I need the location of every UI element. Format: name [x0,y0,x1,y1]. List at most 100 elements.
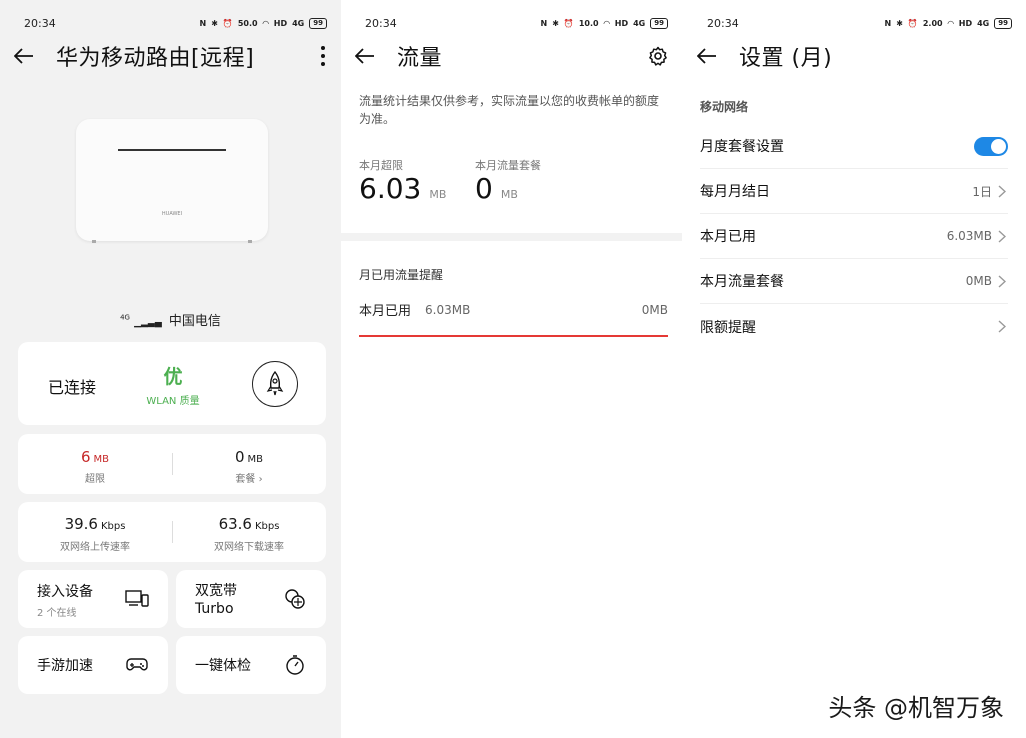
signal-bars-icon: ▁▂▃▄ [134,318,162,328]
router-light-strip [118,149,226,151]
nfc-icon: N [199,18,207,28]
disclaimer-text: 流量统计结果仅供参考，实际流量以您的收费帐单的额度为准。 [359,94,660,126]
row-label: 每月月结日 [700,184,770,200]
wlan-quality-label: WLAN 质量 [146,396,200,407]
hd-icon: HD [958,18,973,28]
status-icons: N ✱ ⏰ 50.0 ◠ HD 4G 99 [199,17,327,29]
billing-day-row[interactable]: 每月月结日 1日 [700,169,1008,214]
usage-progress-fill [359,335,668,337]
game-boost-title: 手游加速 [37,658,93,674]
battery-icon: 99 [994,17,1012,29]
back-arrow-icon [14,48,33,64]
wlan-quality-value: 优 [163,366,183,388]
page-title: 设置 (月) [739,46,833,71]
row-value: 6.03MB [946,229,992,243]
back-arrow-icon [697,48,716,64]
status-icons: N ✱ ⏰ 2.00 ◠ HD 4G 99 [884,17,1012,29]
nfc-icon: N [540,18,548,28]
router-foot [248,240,252,243]
download-unit: Kbps [254,521,280,532]
devices-tile[interactable]: 接入设备 2 个在线 [18,570,168,628]
over-limit-number: 6 [80,448,91,466]
upload-speed: 39.6 Kbps [18,515,172,533]
data-card: 6 MB 超限 0 MB 套餐 › [18,434,326,494]
status-time: 20:34 [707,16,739,30]
settings-gear-icon[interactable] [648,46,668,66]
section-divider [341,233,682,241]
more-menu-icon[interactable] [319,45,327,67]
plan-value[interactable]: 0 MB [172,448,326,466]
month-plan-number: 0 [475,172,493,205]
monthly-plan-toggle[interactable] [974,136,1008,156]
over-limit-label: 超限 [85,474,105,485]
month-used-row[interactable]: 本月已用 6.03MB [700,214,1008,259]
turbo-title: 双宽带 Turbo [195,582,237,618]
watermark: 头条 @机智万象 [828,694,1004,722]
settings-panel: 20:34 N ✱ ⏰ 2.00 ◠ HD 4G 99 设置 (月) 移动网络 … [683,0,1026,738]
bluetooth-icon: ✱ [552,18,559,28]
back-button[interactable] [355,40,387,72]
row-label: 本月已用 [700,229,756,245]
signal-icon: 4G [120,313,130,322]
used-value: 6.03MB [425,302,471,317]
one-click-check-tile[interactable]: 一键体检 [176,636,326,694]
app-bar: 设置 (月) [697,38,1012,74]
one-click-check-title: 一键体检 [195,658,251,674]
month-plan-unit: MB [500,188,518,201]
net-speed: 10.0 [578,18,599,28]
gamepad-icon [124,652,150,678]
status-bar: 20:34 N ✱ ⏰ 10.0 ◠ HD 4G 99 [365,14,668,32]
game-boost-tile[interactable]: 手游加速 [18,636,168,694]
traffic-panel: 20:34 N ✱ ⏰ 10.0 ◠ HD 4G 99 流量 流量统计结果仅供参… [341,0,682,738]
month-plan-row[interactable]: 本月流量套餐 0MB [700,259,1008,304]
wifi-icon: ◠ [603,18,610,28]
plan-link[interactable]: 套餐 › [172,470,326,485]
month-over-number: 6.03 [359,172,422,205]
devices-icon [124,586,150,612]
dual-band-icon [282,586,308,612]
carrier-info: 4G ▁▂▃▄ 中国电信 [0,310,341,329]
wifi-icon: ◠ [947,18,954,28]
net-speed: 50.0 [237,18,258,28]
chevron-right-icon [998,229,1008,243]
signal-icon: 4G [977,18,990,28]
plan-number: 0 [234,448,245,466]
row-label: 本月流量套餐 [700,274,784,290]
status-icons: N ✱ ⏰ 10.0 ◠ HD 4G 99 [540,17,668,29]
speed-card: 39.6 Kbps 双网络上传速率 63.6 Kbps 双网络下载速率 [18,502,326,562]
reminder-section-label: 月已用流量提醒 [359,268,444,282]
row-label: 月度套餐设置 [700,139,784,155]
row-value: 0MB [965,274,992,288]
download-number: 63.6 [218,515,252,533]
router-foot [92,240,96,243]
month-over-value: 6.03 MB [359,172,446,205]
boost-button[interactable] [252,361,298,407]
status-bar: 20:34 N ✱ ⏰ 2.00 ◠ HD 4G 99 [707,14,1012,32]
battery-icon: 99 [650,17,668,29]
page-title: 华为移动路由[远程] [56,46,255,71]
chevron-right-icon [998,274,1008,288]
rocket-icon [266,371,284,396]
bluetooth-icon: ✱ [896,18,903,28]
app-bar: 华为移动路由[远程] [14,38,327,74]
status-bar: 20:34 N ✱ ⏰ 50.0 ◠ HD 4G 99 [24,14,327,32]
back-button[interactable] [697,40,729,72]
nfc-icon: N [884,18,892,28]
upload-number: 39.6 [64,515,98,533]
turbo-tile[interactable]: 双宽带 Turbo [176,570,326,628]
alarm-icon: ⏰ [907,18,918,28]
signal-icon: 4G [292,18,305,28]
turbo-title-line2: Turbo [195,601,234,617]
carrier-name: 中国电信 [168,314,221,329]
timer-icon [282,652,308,678]
group-title: 移动网络 [700,100,749,114]
alarm-icon: ⏰ [222,18,233,28]
devices-title: 接入设备 [37,584,93,600]
monthly-plan-setting-row[interactable]: 月度套餐设置 [700,124,1008,169]
app-bar: 流量 [355,38,668,74]
limit-value: 0MB [641,302,668,317]
back-button[interactable] [14,40,46,72]
quota-reminder-row[interactable]: 限额提醒 [700,304,1008,349]
row-label: 限额提醒 [700,319,756,336]
download-speed: 63.6 Kbps [172,515,326,533]
